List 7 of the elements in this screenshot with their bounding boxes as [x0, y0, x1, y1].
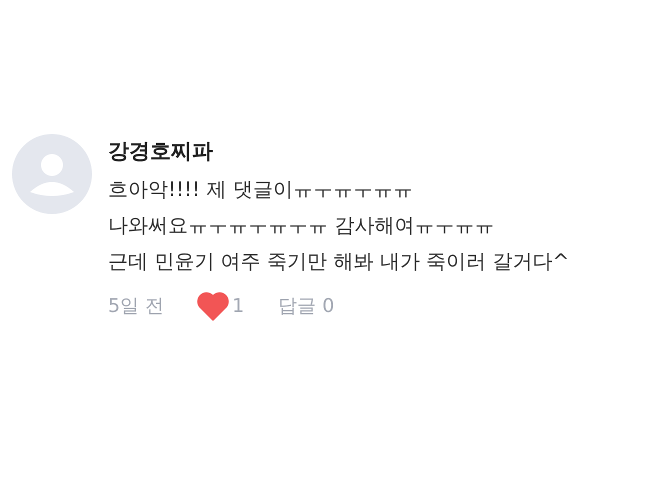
comment-time: 5일 전 — [108, 294, 164, 319]
avatar-icon — [12, 134, 92, 214]
like-button[interactable]: 1 — [196, 291, 244, 321]
comment-text: 흐아악!!!! 제 댓글이ㅠㅜㅠㅜㅠㅠ 나와써요ㅠㅜㅠㅜㅠㅜㅠ 감사해여ㅠㅜㅠㅠ 근데 민윤기 여주 죽기만 해봐 내가 죽이러 갈거다^ — [108, 176, 570, 275]
reply-button[interactable]: 답글 0 — [278, 292, 334, 320]
heart-icon — [196, 291, 230, 321]
author-name: 강경호찌파 — [108, 138, 214, 165]
